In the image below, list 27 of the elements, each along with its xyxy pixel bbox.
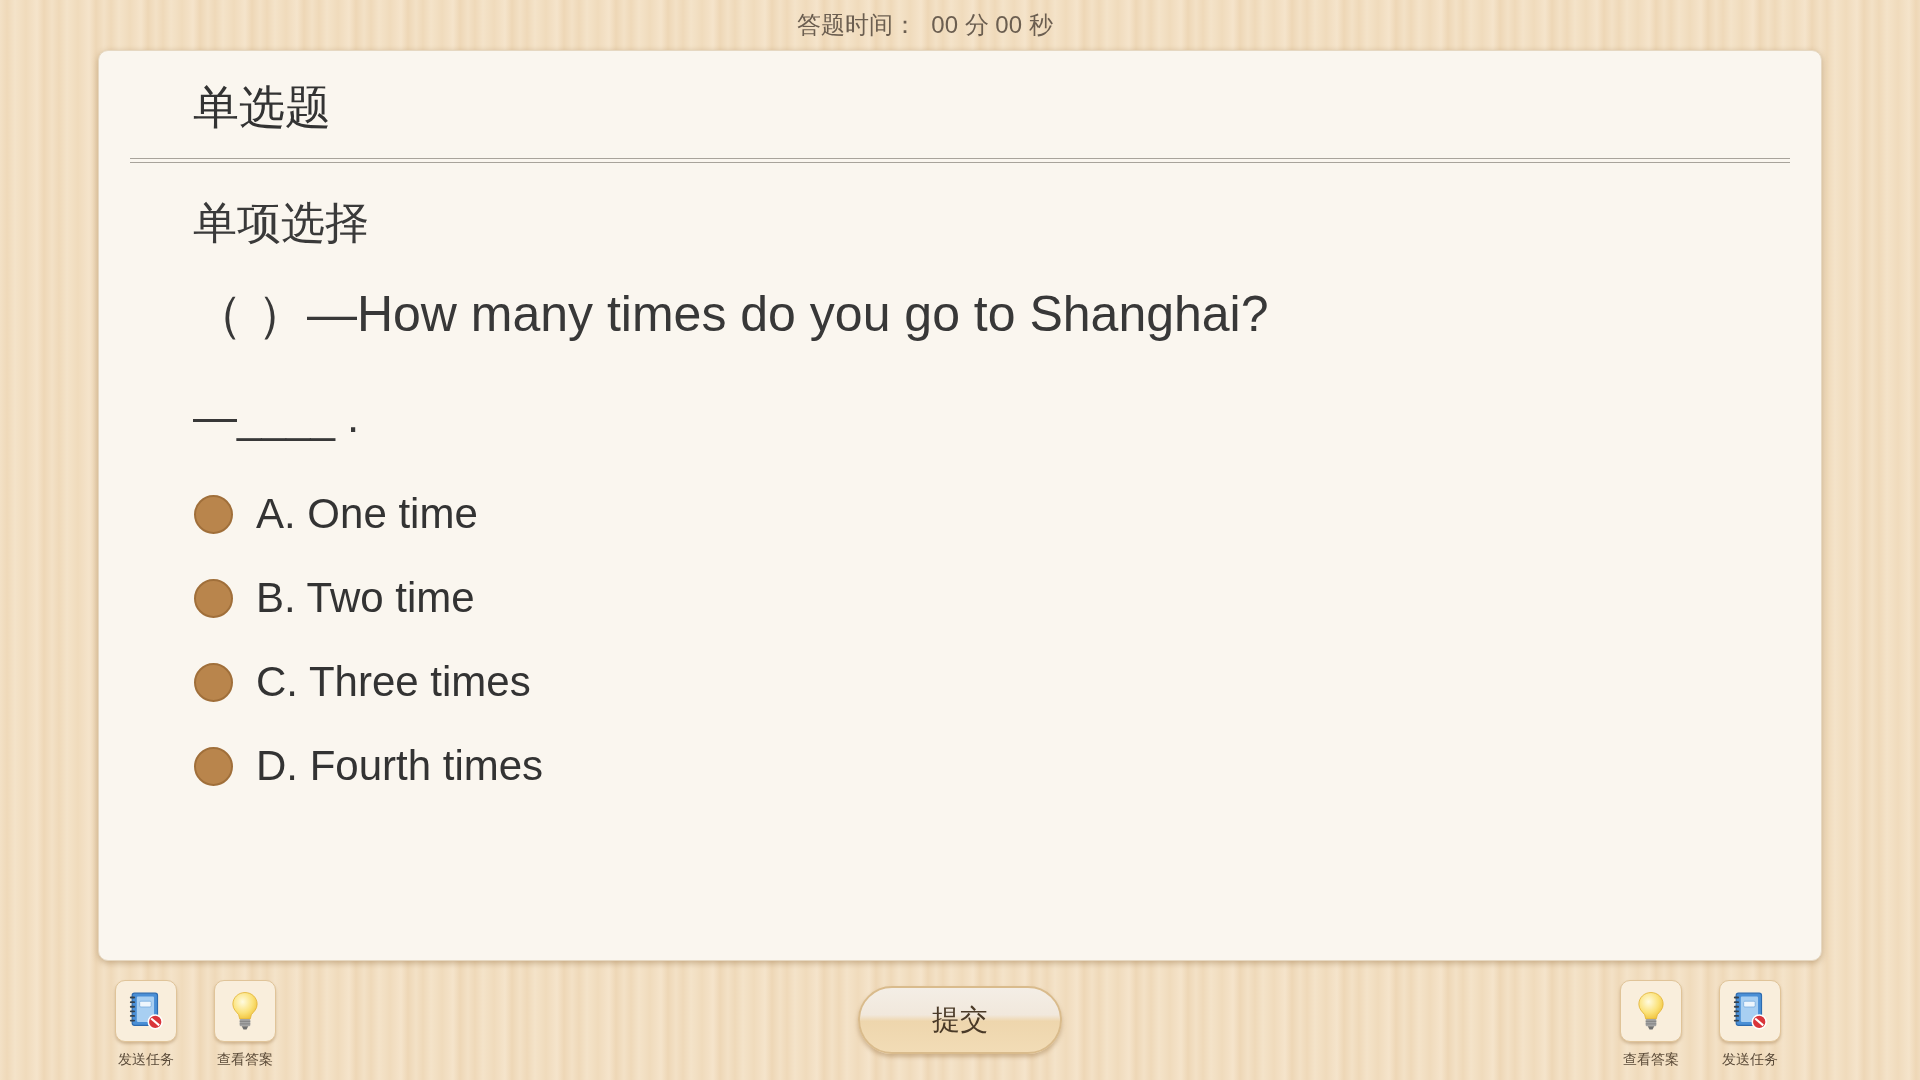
radio-button[interactable] bbox=[194, 578, 233, 618]
lightbulb-icon bbox=[232, 992, 258, 1030]
radio-button[interactable] bbox=[194, 494, 233, 534]
button-caption: 发送任务 bbox=[1722, 1050, 1778, 1068]
submit-button[interactable]: 提交 bbox=[858, 986, 1062, 1054]
timer-label: 答题时间： bbox=[797, 10, 918, 40]
radio-button[interactable] bbox=[194, 662, 233, 702]
send-task-button[interactable] bbox=[1719, 980, 1781, 1042]
lightbulb-icon bbox=[1638, 992, 1664, 1030]
send-task-button[interactable] bbox=[115, 980, 177, 1042]
radio-button[interactable] bbox=[194, 746, 233, 786]
question-type-title: 单选题 bbox=[193, 81, 331, 133]
option-text: C. Three times bbox=[256, 657, 531, 707]
answer-line-text: —____ . bbox=[193, 391, 360, 443]
timer-value: 00 分 00 秒 bbox=[931, 10, 1053, 40]
button-caption: 发送任务 bbox=[118, 1050, 174, 1068]
option-text: A. One time bbox=[256, 489, 478, 539]
option-text: B. Two time bbox=[256, 573, 475, 623]
view-answer-button[interactable] bbox=[214, 980, 276, 1042]
option-text: D. Fourth times bbox=[256, 741, 544, 791]
question-text: （ ）—How many times do you go to Shanghai? bbox=[193, 285, 1269, 344]
button-caption: 查看答案 bbox=[217, 1050, 273, 1068]
notebook-icon bbox=[128, 992, 164, 1030]
view-answer-button[interactable] bbox=[1620, 980, 1682, 1042]
button-caption: 查看答案 bbox=[1623, 1050, 1679, 1068]
section-title: 单项选择 bbox=[193, 198, 369, 248]
notebook-icon bbox=[1732, 992, 1768, 1030]
